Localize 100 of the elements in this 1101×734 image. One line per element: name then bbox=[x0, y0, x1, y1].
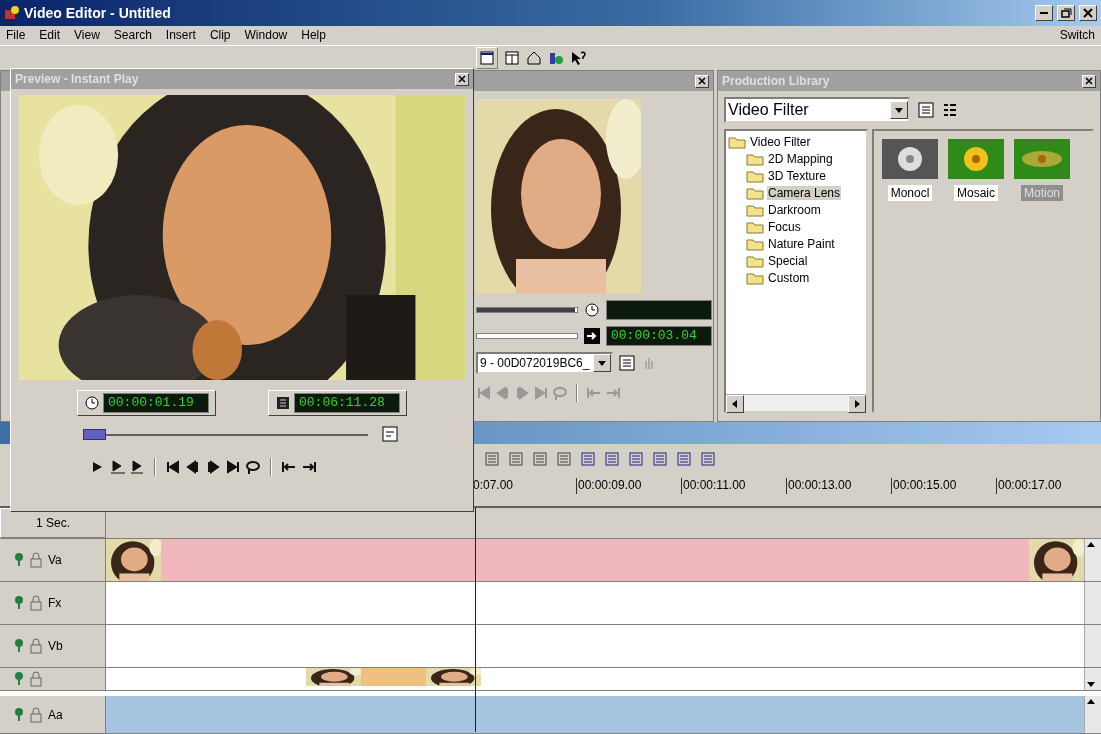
panel-title: Production Library bbox=[722, 74, 830, 89]
close-icon bbox=[1082, 6, 1094, 19]
options-icon[interactable] bbox=[382, 426, 398, 442]
skip-start-icon[interactable] bbox=[476, 385, 492, 402]
window-icon[interactable] bbox=[476, 46, 498, 69]
detail-view-icon[interactable] bbox=[942, 102, 958, 119]
effect-label[interactable]: Monocl bbox=[887, 185, 933, 202]
pin-icon[interactable] bbox=[14, 552, 24, 568]
tree-item[interactable]: 3D Texture bbox=[767, 169, 827, 184]
lock-icon[interactable] bbox=[30, 552, 42, 568]
vertical-scrollbar[interactable] bbox=[1084, 539, 1101, 581]
tree-item[interactable]: Nature Paint bbox=[767, 237, 836, 252]
tree-item[interactable]: Darkroom bbox=[767, 203, 822, 218]
folder-icon bbox=[746, 237, 764, 252]
list-icon[interactable] bbox=[619, 355, 636, 372]
tree-item[interactable]: Focus bbox=[767, 220, 802, 235]
panel-close-button[interactable] bbox=[695, 74, 709, 88]
vertical-scrollbar[interactable] bbox=[1084, 625, 1101, 667]
pin-icon[interactable] bbox=[14, 638, 24, 654]
menu-item[interactable]: View bbox=[74, 28, 100, 43]
menu-item[interactable]: Clip bbox=[209, 28, 231, 43]
app-icon bbox=[4, 4, 20, 21]
panel-close-button[interactable] bbox=[455, 72, 469, 86]
track-label: Aa bbox=[48, 707, 63, 722]
folder-icon bbox=[746, 186, 764, 201]
category-dropdown[interactable]: Video Filter bbox=[724, 97, 910, 124]
restore-icon bbox=[1060, 6, 1072, 19]
step-forward-icon[interactable] bbox=[205, 459, 221, 475]
minimize-icon bbox=[1040, 11, 1048, 14]
ruler-label: 00:00:09.00 bbox=[576, 478, 681, 495]
help-pointer-icon[interactable] bbox=[570, 49, 588, 66]
scroll-left-icon bbox=[730, 398, 740, 409]
video-clip[interactable] bbox=[106, 539, 1084, 581]
tree-item[interactable]: 2D Mapping bbox=[767, 152, 834, 167]
lock-icon[interactable] bbox=[30, 671, 42, 687]
tree-item[interactable]: Camera Lens bbox=[767, 186, 842, 201]
switch-link[interactable]: Switch bbox=[1059, 28, 1095, 43]
loop-icon[interactable] bbox=[245, 459, 261, 475]
ruler-label: 00:00:15.00 bbox=[891, 478, 996, 495]
caret-icon bbox=[894, 106, 904, 115]
folder-icon bbox=[746, 203, 764, 218]
tree-item[interactable]: Video Filter bbox=[749, 135, 812, 150]
folder-icon bbox=[746, 220, 764, 235]
step-back-icon[interactable] bbox=[185, 459, 201, 475]
folder-icon bbox=[746, 152, 764, 167]
lock-icon[interactable] bbox=[30, 638, 42, 654]
play-to-end-icon[interactable] bbox=[129, 459, 145, 475]
clock-icon bbox=[84, 395, 100, 411]
lock-icon[interactable] bbox=[30, 595, 42, 611]
folder-icon bbox=[746, 169, 764, 184]
vertical-scrollbar[interactable] bbox=[1084, 696, 1101, 733]
scroll-right-icon bbox=[852, 398, 862, 409]
pin-icon[interactable] bbox=[14, 595, 24, 611]
folder-icon bbox=[728, 135, 746, 150]
menu-item[interactable]: Help bbox=[301, 28, 326, 43]
clip-dropdown[interactable]: 9 - 00D072019BC6_ bbox=[476, 352, 614, 375]
pin-icon[interactable] bbox=[14, 671, 24, 687]
track-label: Va bbox=[48, 553, 62, 567]
window-title: Video Editor - Untitled bbox=[24, 4, 171, 21]
folder-icon bbox=[746, 271, 764, 286]
play-range-icon[interactable] bbox=[109, 459, 125, 475]
horizontal-scrollbar[interactable] bbox=[726, 393, 866, 411]
ruler-label: 00:00:11.00 bbox=[681, 478, 786, 495]
minimize-button[interactable] bbox=[1035, 4, 1053, 21]
overlay-clip[interactable] bbox=[306, 668, 481, 686]
skip-end-icon[interactable] bbox=[225, 459, 241, 475]
mark-in-icon[interactable] bbox=[281, 459, 297, 475]
panel-close-button[interactable] bbox=[1082, 74, 1096, 88]
grid-window-icon[interactable] bbox=[504, 49, 520, 66]
close-icon bbox=[697, 76, 707, 87]
thumbnail-icon[interactable] bbox=[880, 137, 940, 182]
close-button[interactable] bbox=[1079, 4, 1097, 21]
effect-label[interactable]: Mosaic bbox=[954, 185, 998, 202]
menu-item[interactable]: Search bbox=[113, 28, 152, 43]
menu-item[interactable]: Insert bbox=[165, 28, 196, 43]
menu-item[interactable]: Window bbox=[244, 28, 288, 43]
ruler-label: 00:00:13.00 bbox=[786, 478, 891, 495]
window-icon bbox=[479, 49, 495, 66]
menu-item[interactable]: Edit bbox=[39, 28, 61, 43]
timecode-display: 00:06:11.28 bbox=[294, 393, 400, 413]
lock-icon[interactable] bbox=[30, 706, 42, 723]
track-label: Vb bbox=[48, 639, 63, 653]
thumbnail-icon[interactable] bbox=[1012, 137, 1072, 182]
audio-clip[interactable] bbox=[106, 696, 1084, 733]
clock-icon bbox=[584, 302, 600, 319]
pin-icon[interactable] bbox=[14, 706, 24, 723]
tree-item[interactable]: Special bbox=[767, 254, 809, 269]
timecode-display: 00:00:01.19 bbox=[103, 393, 209, 413]
tree-item[interactable]: Custom bbox=[767, 271, 811, 286]
close-icon bbox=[457, 74, 467, 84]
vertical-scrollbar[interactable] bbox=[1084, 668, 1101, 690]
restore-button[interactable] bbox=[1057, 4, 1075, 21]
thumbnail-icon[interactable] bbox=[946, 137, 1006, 182]
vertical-scrollbar[interactable] bbox=[1084, 582, 1101, 624]
mark-out-icon[interactable] bbox=[301, 459, 317, 475]
clip-slider[interactable] bbox=[476, 307, 578, 314]
house-icon[interactable] bbox=[526, 49, 542, 66]
menu-item[interactable]: File bbox=[6, 28, 26, 43]
skip-start-icon[interactable] bbox=[165, 459, 181, 475]
list-view-icon[interactable] bbox=[918, 102, 934, 119]
